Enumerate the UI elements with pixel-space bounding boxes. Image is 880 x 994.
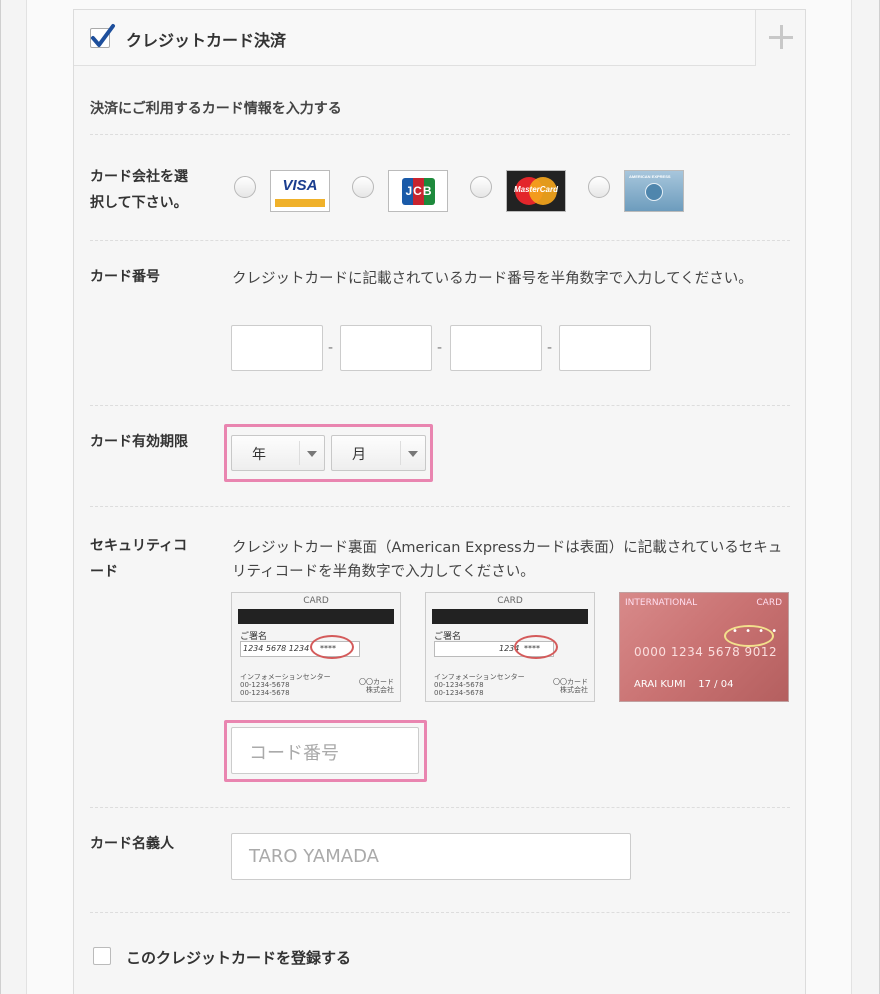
security-code-description: クレジットカード裏面（American Expressカードは表面）に記載されて…	[232, 540, 783, 580]
check-icon	[91, 24, 115, 47]
expiry-month-select[interactable]: 月	[331, 435, 426, 471]
card-back-example-2: CARD ご署名 1234 **** インフォメーションセンター 00-1234-…	[425, 592, 595, 702]
divider	[90, 807, 790, 808]
window-border-left	[0, 0, 1, 994]
security-code-input[interactable]: コード番号	[231, 727, 419, 774]
panel-header: クレジットカード決済	[74, 10, 805, 66]
separator: -	[328, 340, 334, 356]
radio-amex[interactable]	[588, 176, 610, 198]
card-number-field-4[interactable]	[559, 325, 651, 371]
register-card-label[interactable]: このクレジットカードを登録する	[126, 947, 351, 968]
security-code-highlight	[310, 635, 354, 659]
payment-method-checkbox[interactable]	[90, 24, 115, 48]
separator: -	[547, 340, 553, 356]
chevron-down-icon	[307, 451, 317, 457]
card-number-field-3[interactable]	[450, 325, 542, 371]
card-back-example-1: CARD ご署名 1234 5678 1234 **** インフォメーションセン…	[231, 592, 401, 702]
card-holder-label: カード名義人	[90, 836, 174, 852]
divider	[90, 405, 790, 406]
card-holder-input[interactable]: TARO YAMADA	[231, 833, 631, 880]
mastercard-logo-icon: MasterCard	[506, 170, 566, 212]
chevron-down-icon	[408, 451, 418, 457]
card-number-description: クレジットカードに記載されているカード番号を半角数字で入力してください。	[232, 271, 753, 287]
plus-icon	[769, 25, 793, 49]
expiry-year-select[interactable]: 年	[231, 435, 325, 471]
amex-front-example: INTERNATIONAL CARD • • • • 0000 1234 567…	[619, 592, 789, 702]
divider	[90, 240, 790, 241]
security-code-highlight	[514, 635, 558, 659]
intro-text: 決済にご利用するカード情報を入力する	[90, 101, 342, 117]
radio-mastercard[interactable]	[470, 176, 492, 198]
amex-logo-icon: AMERICAN EXPRESS	[624, 170, 684, 212]
expiry-month-value: 月	[352, 447, 366, 463]
expand-button[interactable]	[755, 10, 805, 66]
radio-jcb[interactable]	[352, 176, 374, 198]
register-card-checkbox[interactable]	[93, 947, 111, 965]
radio-visa[interactable]	[234, 176, 256, 198]
security-code-label: セキュリティコード	[90, 538, 188, 580]
jcb-logo-icon: JCB	[388, 170, 448, 212]
panel-title: クレジットカード決済	[126, 31, 287, 50]
visa-logo-icon: VISA	[270, 170, 330, 212]
expiry-year-value: 年	[252, 447, 266, 463]
expiry-label: カード有効期限	[90, 434, 188, 450]
card-number-field-2[interactable]	[340, 325, 432, 371]
divider	[90, 912, 790, 913]
card-company-label: カード会社を選択して下さい。	[90, 169, 188, 211]
card-number-label: カード番号	[90, 269, 160, 285]
separator: -	[437, 340, 443, 356]
divider	[90, 134, 790, 135]
divider	[90, 506, 790, 507]
card-number-field-1[interactable]	[231, 325, 323, 371]
credit-card-panel: クレジットカード決済 決済にご利用するカード情報を入力する カード会社を選択して…	[73, 9, 806, 994]
